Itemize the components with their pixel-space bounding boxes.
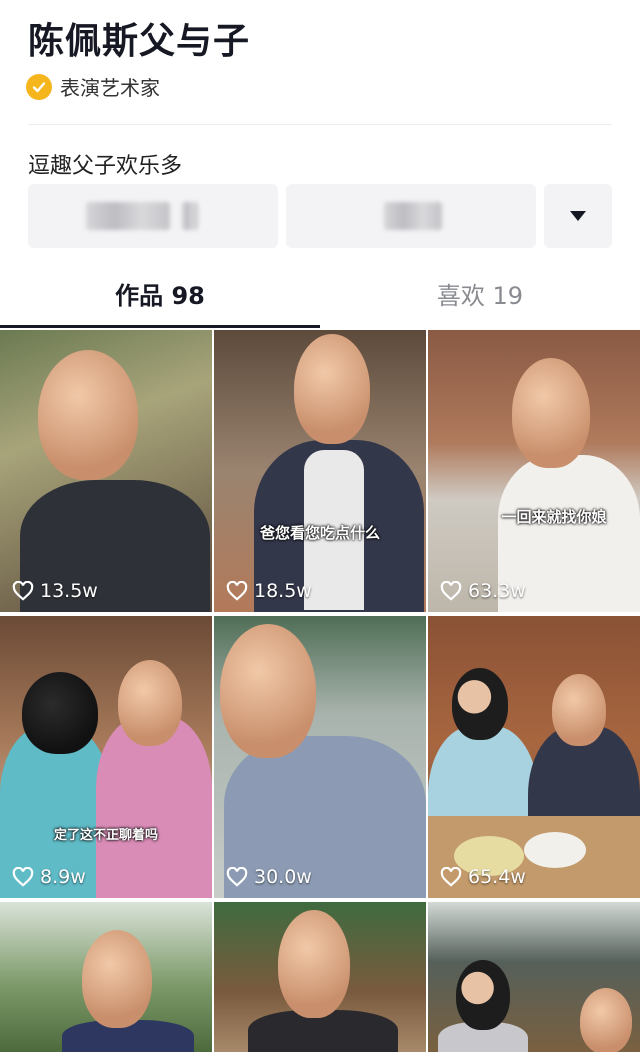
info-pill-1[interactable] — [28, 184, 278, 248]
heart-outline-icon — [12, 581, 34, 601]
likes-count: 13.5w — [12, 580, 98, 602]
caret-down-icon — [570, 211, 586, 221]
video-thumbnail[interactable]: 定了这不正聊着吗 8.9w — [0, 616, 212, 898]
profile-tabs: 作品 98 喜欢 19 — [0, 266, 640, 328]
video-thumbnail[interactable] — [428, 902, 640, 1052]
video-caption: 定了这不正聊着吗 — [53, 828, 158, 843]
dropdown-button[interactable] — [544, 184, 612, 248]
likes-count: 65.4w — [440, 866, 526, 888]
video-grid: 13.5w 爸您看您吃点什么 18.5w 一回来就找你娘 63.3w 定了这不正… — [0, 330, 640, 1052]
blurred-info — [86, 202, 170, 230]
info-pill-2[interactable] — [286, 184, 536, 248]
active-tab-indicator — [0, 325, 320, 328]
check-badge-icon — [26, 73, 52, 100]
video-thumbnail[interactable]: 65.4w — [428, 616, 640, 898]
divider — [28, 124, 612, 125]
video-thumbnail[interactable] — [214, 902, 426, 1052]
video-thumbnail[interactable]: 30.0w — [214, 616, 426, 898]
video-caption: 爸您看您吃点什么 — [259, 524, 380, 542]
likes-count: 18.5w — [226, 580, 312, 602]
heart-outline-icon — [226, 581, 248, 601]
verified-row: 表演艺术家 — [26, 72, 160, 101]
verified-label: 表演艺术家 — [60, 76, 160, 100]
video-thumbnail[interactable] — [0, 902, 212, 1052]
video-caption: 一回来就找你娘 — [501, 508, 607, 526]
heart-outline-icon — [226, 867, 248, 887]
profile-bio: 逗趣父子欢乐多 — [28, 154, 183, 179]
likes-count: 30.0w — [226, 866, 312, 888]
video-thumbnail[interactable]: 一回来就找你娘 63.3w — [428, 330, 640, 612]
blurred-info — [182, 202, 198, 230]
profile-name: 陈佩斯父与子 — [28, 21, 251, 62]
tab-likes[interactable]: 喜欢 19 — [320, 276, 640, 311]
info-row — [0, 184, 640, 248]
tab-works[interactable]: 作品 98 — [0, 276, 320, 311]
video-thumbnail[interactable]: 13.5w — [0, 330, 212, 612]
likes-count: 8.9w — [12, 866, 86, 888]
heart-outline-icon — [440, 581, 462, 601]
blurred-info — [384, 202, 442, 230]
heart-outline-icon — [12, 867, 34, 887]
heart-outline-icon — [440, 867, 462, 887]
video-thumbnail[interactable]: 爸您看您吃点什么 18.5w — [214, 330, 426, 612]
likes-count: 63.3w — [440, 580, 526, 602]
